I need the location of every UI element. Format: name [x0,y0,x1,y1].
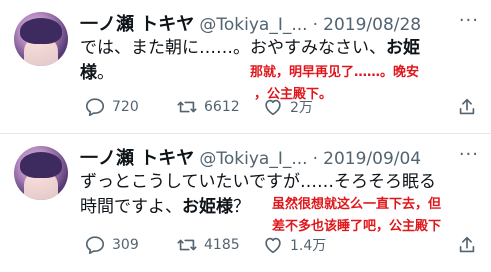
tweet-date[interactable]: 2019/09/04 [323,149,421,169]
tweet-text-bold: お姫 [386,38,420,58]
tweet-actions: 309 4185 1.4万 [84,234,478,258]
tweet-date[interactable]: 2019/08/28 [323,15,421,35]
tweet-text-bold: お姫様 [182,197,233,217]
reply-count: 309 [112,237,139,253]
more-icon[interactable]: ··· [459,10,479,31]
separator: · [312,149,319,169]
tweet-text-line1: ずっとこうしていたいですが……そろそろ眠る [80,172,436,192]
avatar[interactable] [14,146,68,200]
like-icon [265,237,281,254]
translation-annotation: 虽然很想就这么一直下去，但 差不多也该睡了吧，公主殿下 [272,194,441,238]
retweet-icon [177,101,197,113]
share-button[interactable] [456,96,478,118]
share-button[interactable] [456,234,478,256]
reply-button[interactable]: 309 [84,234,139,256]
like-icon [265,99,281,116]
reply-icon [85,98,105,117]
tweet-text-line1: では、また朝に……。おやすみなさい、 [80,38,386,58]
like-button[interactable]: 2万 [262,96,313,118]
tweet-1[interactable]: 一ノ瀬 トキヤ @Tokiya_I_... · 2019/08/28 ··· で… [0,0,491,133]
tweet-header: 一ノ瀬 トキヤ @Tokiya_I_... · 2019/08/28 [80,10,480,35]
share-icon [459,98,475,115]
tweet-text-end: ？ [233,197,250,217]
reply-count: 720 [112,99,139,115]
tweet-text-line2: 時間ですよ、 [80,197,182,217]
tweet-text-end: 。 [97,63,114,83]
share-icon [459,236,475,253]
like-button[interactable]: 1.4万 [262,234,326,256]
more-icon[interactable]: ··· [459,144,479,165]
user-handle[interactable]: @Tokiya_I_... [199,15,307,35]
display-name[interactable]: 一ノ瀬 トキヤ [80,148,194,169]
separator: · [312,15,319,35]
reply-icon [85,236,105,255]
retweet-icon [177,239,197,251]
retweet-button[interactable]: 4185 [176,234,240,256]
display-name[interactable]: 一ノ瀬 トキヤ [80,14,194,35]
reply-button[interactable]: 720 [84,96,139,118]
like-count: 2万 [290,100,313,116]
tweet-2[interactable]: 一ノ瀬 トキヤ @Tokiya_I_... · 2019/09/04 ··· ず… [0,133,491,272]
like-count: 1.4万 [290,238,327,254]
retweet-button[interactable]: 6612 [176,96,240,118]
tweet-text-bold: 様 [80,63,97,83]
annotation-line: 那就，明早再见了……。晚安 [250,65,420,80]
tweet-actions: 720 6612 2万 [84,96,478,120]
tweet-header: 一ノ瀬 トキヤ @Tokiya_I_... · 2019/09/04 [80,144,480,169]
retweet-count: 6612 [204,99,240,115]
avatar[interactable] [14,12,68,66]
annotation-line: 虽然很想就这么一直下去，但 [272,197,442,212]
user-handle[interactable]: @Tokiya_I_... [199,149,307,169]
retweet-count: 4185 [204,237,240,253]
